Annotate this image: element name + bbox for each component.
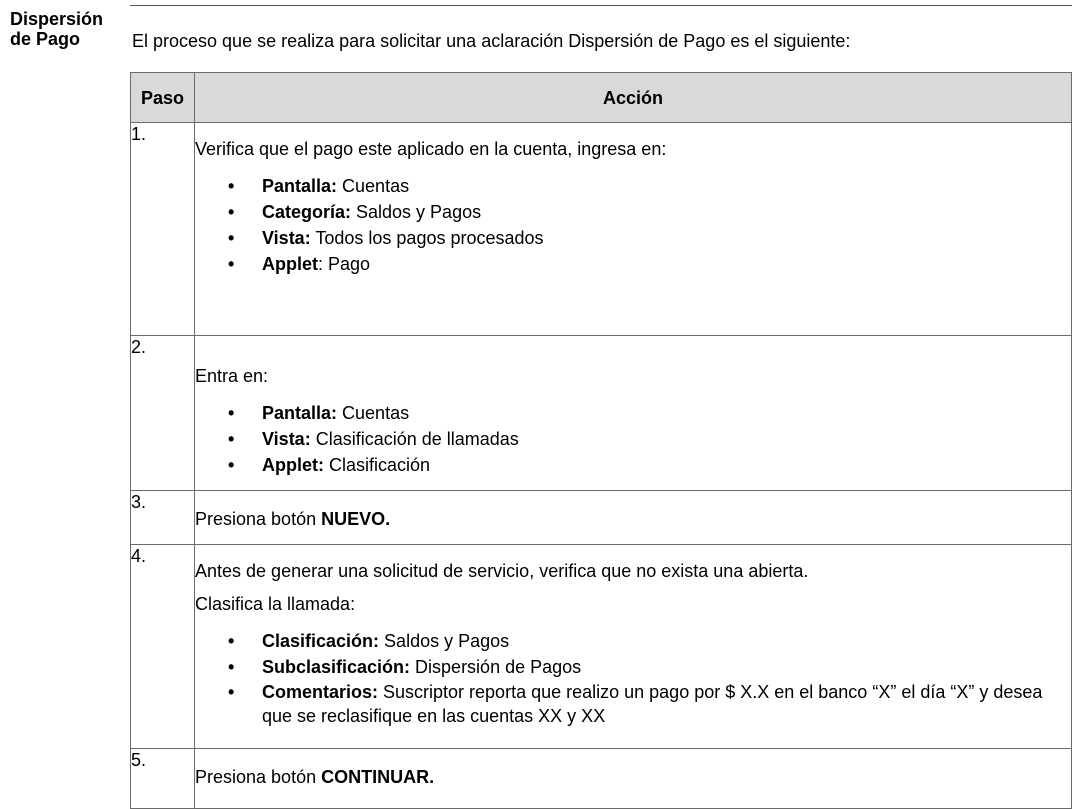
item-value: Saldos y Pagos [379, 631, 510, 651]
step-number: 1. [130, 122, 195, 336]
step-number: 4. [130, 544, 195, 749]
step-action: Presiona botón NUEVO. [194, 490, 1072, 545]
list-item: Comentarios: Suscriptor reporta que real… [195, 680, 1071, 728]
item-label: Vista: [262, 429, 311, 449]
item-label: Vista: [262, 228, 311, 248]
list-item: Subclasificación: Dispersión de Pagos [195, 654, 1071, 680]
section-title: Dispersión de Pago [10, 9, 104, 49]
item-label: Applet [262, 254, 318, 274]
item-value: Cuentas [337, 176, 410, 196]
step-bullet-list: Pantalla: Cuentas Vista: Clasificación d… [195, 400, 1071, 478]
header-step: Paso [130, 72, 195, 123]
item-label: Clasificación: [262, 631, 380, 651]
list-item: Pantalla: Cuentas [195, 173, 1071, 199]
item-value: Saldos y Pagos [351, 202, 482, 222]
step-bullet-list: Pantalla: Cuentas Categoría: Saldos y Pa… [195, 173, 1071, 277]
step-number: 2. [130, 335, 195, 491]
item-label: Pantalla: [262, 403, 338, 423]
table-row: 2. Entra en: Pantalla: Cuentas Vista: Cl… [130, 335, 1072, 491]
list-item: Vista: Todos los pagos procesados [195, 225, 1071, 251]
step-action: Presiona botón CONTINUAR. [194, 748, 1072, 809]
step-text: Antes de generar una solicitud de servic… [195, 561, 809, 581]
list-item: Categoría: Saldos y Pagos [195, 199, 1071, 225]
step-text-plain: Presiona botón [195, 767, 322, 787]
step-text: Presiona botón NUEVO. [195, 508, 1071, 530]
item-label: Categoría: [262, 202, 352, 222]
step-bullet-list: Clasificación: Saldos y Pagos Subclasifi… [195, 628, 1071, 728]
step-number: 3. [130, 490, 195, 545]
step-action: Verifica que el pago este aplicado en la… [194, 122, 1072, 336]
list-item: Clasificación: Saldos y Pagos [195, 628, 1071, 654]
list-item: Applet: Clasificación [195, 452, 1071, 478]
step-number: 5. [130, 748, 195, 809]
step-text: Clasifica la llamada: [195, 594, 356, 614]
step-text: Verifica que el pago este aplicado en la… [195, 139, 667, 159]
table-header-row: Paso Acción [130, 72, 1072, 123]
step-action: Antes de generar una solicitud de servic… [194, 544, 1072, 749]
item-value: : Pago [318, 254, 371, 274]
continue-button-label: CONTINUAR. [321, 767, 435, 787]
top-divider [130, 5, 1072, 6]
header-action: Acción [194, 72, 1072, 123]
item-value: Cuentas [337, 403, 410, 423]
item-value: Clasificación de llamadas [310, 429, 519, 449]
new-button-label: NUEVO. [321, 509, 391, 529]
item-label: Applet: [262, 455, 324, 475]
list-item: Applet: Pago [195, 251, 1071, 277]
step-text: Presiona botón CONTINUAR. [195, 766, 1071, 788]
item-value: Dispersión de Pagos [410, 657, 582, 677]
step-text-plain: Presiona botón [195, 509, 322, 529]
item-value: Todos los pagos procesados [310, 228, 544, 248]
table-row: 1. Verifica que el pago este aplicado en… [130, 122, 1072, 336]
steps-table: Paso Acción 1. Verifica que el pago este… [130, 72, 1072, 809]
step-action: Entra en: Pantalla: Cuentas Vista: Clasi… [194, 335, 1072, 491]
step-text: Entra en: [195, 366, 269, 386]
table-row: 4. Antes de generar una solicitud de ser… [130, 544, 1072, 749]
table-row: 5. Presiona botón CONTINUAR. [130, 748, 1072, 809]
list-item: Vista: Clasificación de llamadas [195, 426, 1071, 452]
table-row: 3. Presiona botón NUEVO. [130, 490, 1072, 545]
item-label: Comentarios: [262, 682, 379, 702]
item-label: Pantalla: [262, 176, 338, 196]
item-label: Subclasificación: [262, 657, 411, 677]
list-item: Pantalla: Cuentas [195, 400, 1071, 426]
item-value: Clasificación [324, 455, 431, 475]
item-value: Suscriptor reporta que realizo un pago p… [262, 682, 1043, 726]
intro-text: El proceso que se realiza para solicitar… [132, 31, 851, 51]
